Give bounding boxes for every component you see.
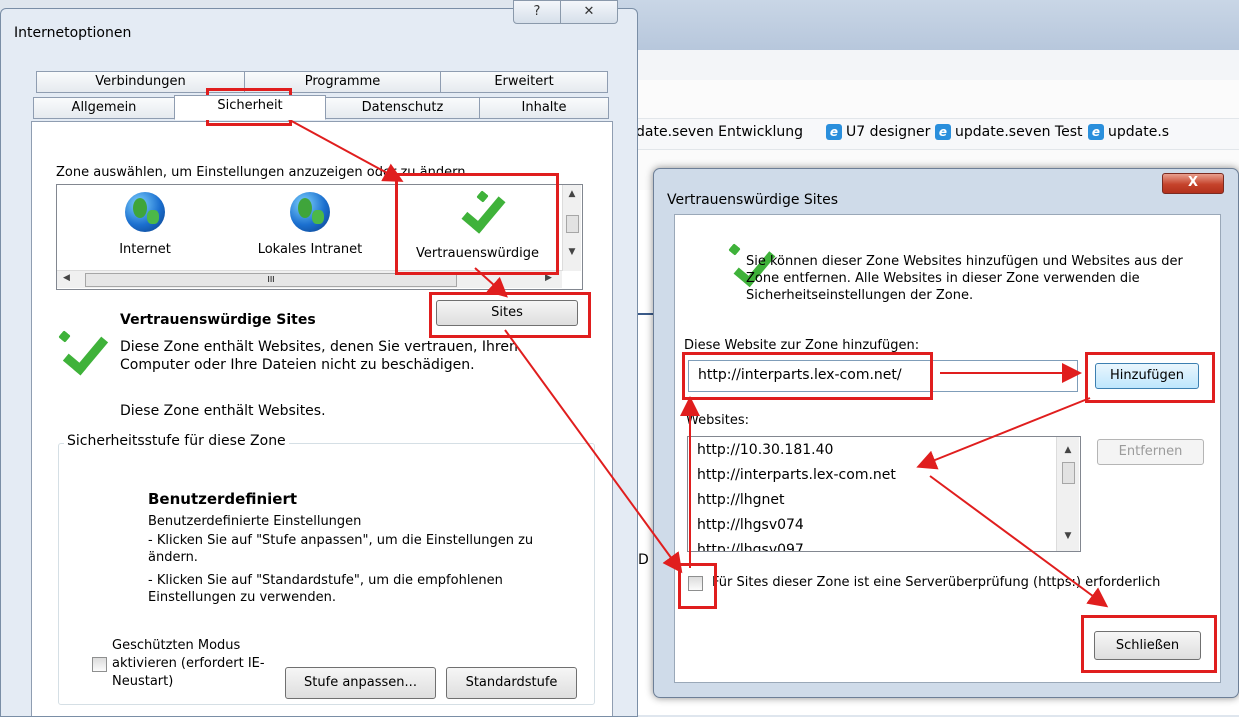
arrow	[504, 329, 683, 574]
arrow	[285, 117, 404, 182]
tab-sicherheit[interactable]: Sicherheit	[174, 95, 326, 120]
arrow	[474, 267, 508, 298]
arrow	[916, 397, 1091, 470]
arrow	[929, 475, 1109, 608]
